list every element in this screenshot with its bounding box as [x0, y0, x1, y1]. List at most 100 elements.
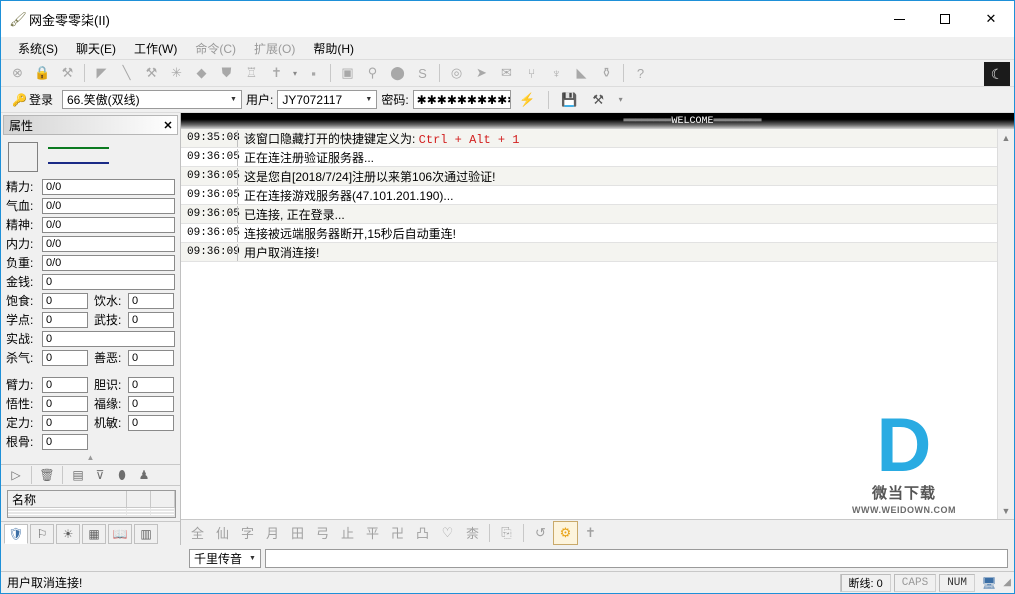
attr-value[interactable]: 0/0 [42, 235, 175, 252]
hammer-icon[interactable]: ⚒ [55, 61, 80, 85]
scroll-down-button[interactable]: ▼ [998, 502, 1015, 519]
gem-icon[interactable]: ◣ [569, 61, 594, 85]
attr-value-2[interactable]: 0 [128, 292, 174, 309]
attr-value[interactable]: 0 [42, 330, 175, 347]
skill-moon-icon[interactable]: 月 [260, 521, 285, 545]
tab-flag[interactable]: ⚐ [30, 523, 54, 544]
copy-icon[interactable]: ⎘ [494, 521, 519, 545]
item-list[interactable]: 名称 [7, 490, 176, 518]
cart-icon[interactable]: ♖ [239, 61, 264, 85]
undo-icon[interactable]: ↺ [528, 521, 553, 545]
command-input[interactable] [265, 548, 1008, 568]
channel-select[interactable]: 千里传音 ▼ [189, 548, 261, 568]
attr-value[interactable]: 0 [42, 311, 88, 328]
skill-word-icon[interactable]: 字 [235, 521, 260, 545]
save-icon[interactable]: 💾 [557, 88, 582, 112]
close-button[interactable]: ✕ [968, 1, 1014, 37]
user-select[interactable]: JY7072117 ▼ [277, 90, 378, 109]
trash-icon[interactable]: 🗑 [36, 466, 58, 485]
minimize-button[interactable] [876, 1, 922, 37]
scroll-up-button[interactable]: ▲ [998, 129, 1015, 146]
monitor-icon[interactable]: 🖥 [978, 576, 1000, 590]
column-header-2[interactable] [127, 491, 151, 507]
sword-icon[interactable]: ✝ [578, 521, 603, 545]
attr-value-2[interactable]: 0 [128, 395, 174, 412]
skill-immortal-icon[interactable]: 仙 [210, 521, 235, 545]
menu-item-system[interactable]: 系统(S) [9, 38, 67, 59]
menu-item-work[interactable]: 工作(W) [125, 38, 186, 59]
pill-icon[interactable]: ⬮ [111, 466, 133, 485]
skill-all-icon[interactable]: 全 [185, 521, 210, 545]
block-icon[interactable]: ▪ [301, 61, 326, 85]
circle-icon[interactable]: ⬤ [385, 61, 410, 85]
stick-icon[interactable]: ╲ [114, 61, 139, 85]
window-icon[interactable]: ▤ [67, 466, 89, 485]
tab-npc[interactable]: ▥ [134, 523, 158, 544]
bomb-icon[interactable]: ♟ [133, 466, 155, 485]
magnify-icon[interactable]: ⚲ [360, 61, 385, 85]
pickaxe-icon[interactable]: ⚒ [139, 61, 164, 85]
frame-icon[interactable]: ▣ [335, 61, 360, 85]
menu-item-chat[interactable]: 聊天(E) [67, 38, 125, 59]
tab-book[interactable]: 📖 [108, 523, 132, 544]
skill-heart-icon[interactable]: ♡ [435, 521, 460, 545]
attr-value[interactable]: 0/0 [42, 178, 175, 195]
skill-bell-icon[interactable]: 凸 [410, 521, 435, 545]
lock-icon[interactable]: 🔒 [30, 61, 55, 85]
axe-icon[interactable]: ◤ [89, 61, 114, 85]
dagger-icon[interactable]: ✝ [264, 61, 289, 85]
fork-icon[interactable]: ⑂ [519, 61, 544, 85]
chevron-down-icon[interactable]: ▾ [615, 95, 627, 104]
shield-round-icon[interactable]: ◎ [444, 61, 469, 85]
help-icon[interactable]: ? [628, 61, 653, 85]
vase-icon[interactable]: ⚱ [594, 61, 619, 85]
vertical-scrollbar[interactable]: ▲ ▼ [997, 129, 1014, 519]
collapse-handle[interactable]: ▲ [1, 454, 180, 464]
log-list[interactable]: 09:35:08 该窗口隐藏打开的快捷键定义为: Ctrl + Alt + 1 … [181, 129, 997, 519]
tab-shield[interactable]: 🛡 [4, 523, 28, 544]
tab-grid[interactable]: ▦ [82, 523, 106, 544]
star-icon[interactable]: ✳ [164, 61, 189, 85]
attr-value-2[interactable]: 0 [128, 311, 174, 328]
download-icon[interactable]: ⊽ [89, 466, 111, 485]
attr-value[interactable]: 0/0 [42, 197, 175, 214]
attr-value-2[interactable]: 0 [128, 414, 174, 431]
maximize-button[interactable] [922, 1, 968, 37]
resize-grip[interactable]: ◢ [1000, 577, 1014, 588]
arrow-icon[interactable]: ➤ [469, 61, 494, 85]
menu-item-help[interactable]: 帮助(H) [304, 38, 363, 59]
plug-icon[interactable]: ⛊ [214, 61, 239, 85]
skill-flat-icon[interactable]: 平 [360, 521, 385, 545]
column-header-3[interactable] [151, 491, 175, 507]
moon-icon[interactable]: ☾ [984, 62, 1010, 86]
skill-bow-icon[interactable]: 弓 [310, 521, 335, 545]
table-row[interactable] [8, 515, 175, 517]
tab-sun[interactable]: ☀ [56, 523, 80, 544]
skill-field-icon[interactable]: 田 [285, 521, 310, 545]
cancel-icon[interactable]: ⊗ [5, 61, 30, 85]
attr-value-2[interactable]: 0 [128, 349, 174, 366]
login-button[interactable]: 🔑 登录 [7, 89, 58, 110]
attr-value[interactable]: 0/0 [42, 254, 175, 271]
close-icon[interactable]: ✕ [159, 119, 177, 132]
attr-value[interactable]: 0 [42, 433, 88, 450]
play-icon[interactable]: ▷ [5, 466, 27, 485]
attr-value[interactable]: 0/0 [42, 216, 175, 233]
crown-icon[interactable]: ♆ [544, 61, 569, 85]
attr-value-2[interactable]: 0 [128, 376, 174, 393]
gear-icon[interactable]: ⚙ [553, 520, 578, 545]
attr-value[interactable]: 0 [42, 376, 88, 393]
book-icon[interactable]: ◆ [189, 61, 214, 85]
chevron-down-icon[interactable]: ▾ [289, 69, 301, 78]
s-icon[interactable]: S [410, 61, 435, 85]
column-header-name[interactable]: 名称 [8, 491, 127, 507]
skill-stop-icon[interactable]: 止 [335, 521, 360, 545]
skill-swastika-icon[interactable]: 卍 [385, 521, 410, 545]
attr-value[interactable]: 0 [42, 395, 88, 412]
attr-value[interactable]: 0 [42, 273, 175, 290]
mail-icon[interactable]: ✉ [494, 61, 519, 85]
password-input[interactable]: ✱✱✱✱✱✱✱✱✱✱✱✱✱✱ [412, 90, 511, 109]
attr-value[interactable]: 0 [42, 349, 88, 366]
lightning-icon[interactable]: ⚡ [515, 88, 540, 112]
skill-tree-icon[interactable]: 柰 [460, 521, 485, 545]
